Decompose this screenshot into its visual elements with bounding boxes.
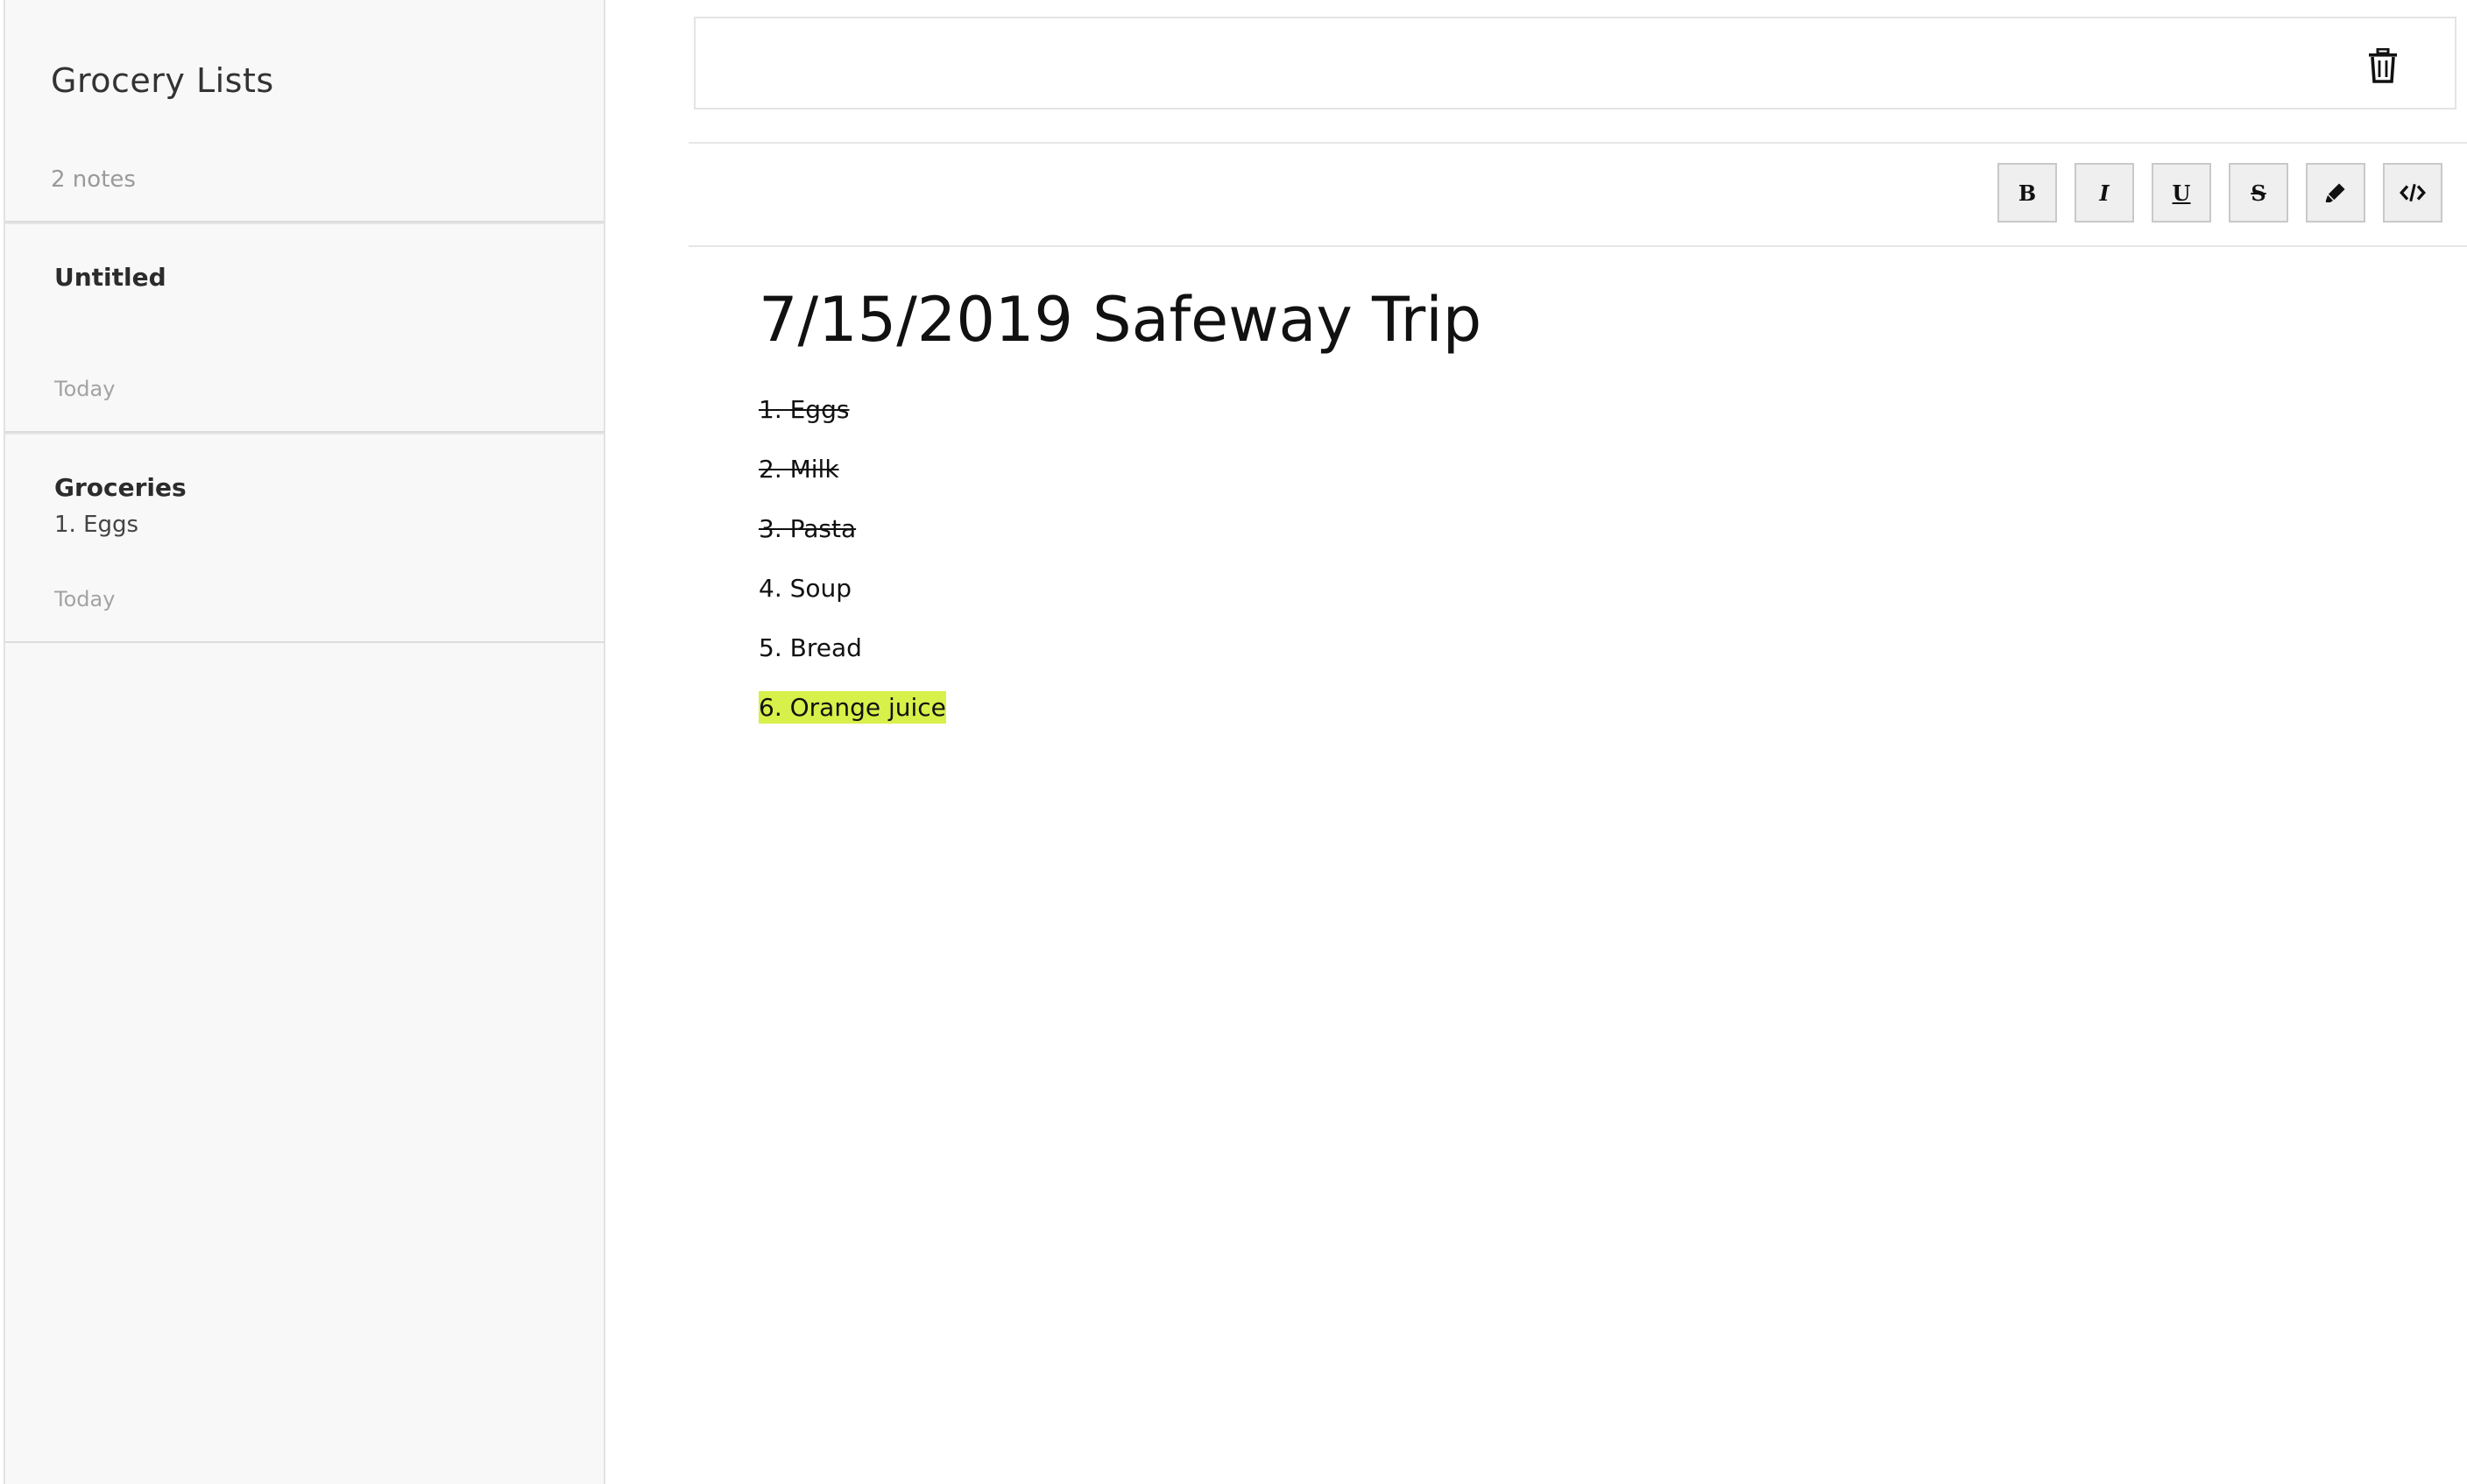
list-item[interactable]: 2. Milk [759, 440, 2423, 499]
sidebar: Grocery Lists 2 notes Untitled Today Gro… [4, 0, 605, 1484]
note-title: Groceries [54, 473, 187, 502]
underline-icon: U [2172, 180, 2191, 206]
bold-icon: B [2018, 180, 2037, 206]
highlighter-icon [2325, 183, 2345, 203]
italic-icon: I [2099, 180, 2110, 206]
notebook-title: Grocery Lists [51, 61, 274, 100]
list-item[interactable]: 1. Eggs [759, 380, 2423, 440]
note-topbar [694, 17, 2456, 110]
delete-note-button[interactable] [2367, 47, 2399, 83]
highlighted-text: 6. Orange juice [759, 691, 946, 724]
code-button[interactable] [2383, 163, 2442, 223]
note-heading[interactable]: 7/15/2019 Safeway Trip [759, 280, 2423, 359]
highlight-button[interactable] [2306, 163, 2365, 223]
list-item[interactable]: 4. Soup [759, 559, 2423, 618]
list-item-highlighted[interactable]: 6. Orange juice [759, 678, 2423, 738]
note-title: Untitled [54, 263, 166, 292]
strikethrough-button[interactable]: S [2229, 163, 2288, 223]
bold-button[interactable]: B [1997, 163, 2057, 223]
note-date: Today [54, 377, 116, 401]
trash-icon [2369, 47, 2397, 83]
note-editor[interactable]: 7/15/2019 Safeway Trip 1. Eggs 2. Milk 3… [759, 280, 2423, 738]
note-date: Today [54, 587, 116, 611]
strikethrough-icon: S [2251, 180, 2266, 206]
app-window: Grocery Lists 2 notes Untitled Today Gro… [0, 0, 2467, 1484]
note-list-item[interactable]: Untitled Today [5, 223, 604, 433]
code-icon [2400, 183, 2426, 202]
note-list-item[interactable]: Groceries 1. Eggs Today [5, 433, 604, 643]
underline-button[interactable]: U [2152, 163, 2211, 223]
note-count: 2 notes [51, 166, 136, 193]
italic-button[interactable]: I [2075, 163, 2134, 223]
list-item[interactable]: 5. Bread [759, 618, 2423, 678]
note-preview: 1. Eggs [54, 512, 139, 538]
sidebar-header: Grocery Lists 2 notes [5, 0, 604, 223]
list-item[interactable]: 3. Pasta [759, 499, 2423, 559]
formatting-toolbar: B I U S [689, 142, 2467, 247]
